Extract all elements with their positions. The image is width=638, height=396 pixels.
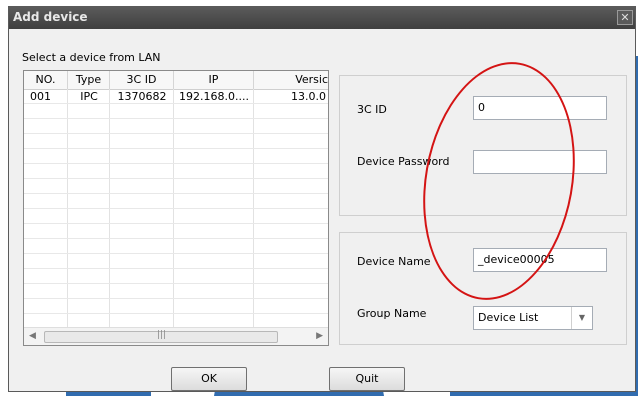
cell-version: 13.0.0 bbox=[291, 90, 326, 103]
close-button[interactable]: ✕ bbox=[617, 10, 633, 25]
column-header-ip[interactable]: IP bbox=[174, 71, 254, 89]
cell-type: IPC bbox=[80, 90, 98, 103]
empty-row bbox=[24, 269, 328, 284]
title-bar: Add device ✕ bbox=[9, 7, 635, 29]
table-row[interactable]: 001 IPC 1370682 192.168.0.... 13.0.0 bbox=[24, 89, 328, 104]
group-name-select[interactable]: Device List ▼ bbox=[473, 306, 593, 330]
scroll-right-icon[interactable]: ▶ bbox=[316, 331, 323, 341]
empty-row bbox=[24, 134, 328, 149]
add-device-dialog: Add device ✕ Select a device from LAN NO… bbox=[8, 6, 636, 392]
ok-button[interactable]: OK bbox=[171, 367, 247, 391]
quit-button[interactable]: Quit bbox=[329, 367, 405, 391]
empty-row bbox=[24, 254, 328, 269]
empty-row bbox=[24, 194, 328, 209]
lan-list-label: Select a device from LAN bbox=[22, 51, 161, 64]
window-title: Add device bbox=[13, 10, 88, 24]
empty-row bbox=[24, 299, 328, 314]
cell-no: 001 bbox=[30, 90, 51, 103]
chevron-down-icon[interactable]: ▼ bbox=[571, 307, 592, 329]
empty-row bbox=[24, 164, 328, 179]
scroll-left-icon[interactable]: ◀ bbox=[29, 331, 36, 341]
empty-row bbox=[24, 119, 328, 134]
empty-row bbox=[24, 224, 328, 239]
group-name-value: Device List bbox=[478, 311, 539, 324]
horizontal-scrollbar[interactable]: ◀ ||| ▶ bbox=[24, 327, 328, 345]
3c-id-label: 3C ID bbox=[357, 103, 387, 116]
column-header-version[interactable]: Versic bbox=[254, 71, 328, 89]
column-header-3cid[interactable]: 3C ID bbox=[110, 71, 174, 89]
empty-row bbox=[24, 239, 328, 254]
scrollbar-grip: ||| bbox=[157, 330, 167, 340]
empty-row bbox=[24, 179, 328, 194]
cell-ip: 192.168.0.... bbox=[179, 90, 249, 103]
cell-3cid: 1370682 bbox=[117, 90, 167, 103]
column-header-no[interactable]: NO. bbox=[24, 71, 68, 89]
device-name-label: Device Name bbox=[357, 255, 431, 268]
group-name-label: Group Name bbox=[357, 307, 427, 320]
empty-row bbox=[24, 104, 328, 119]
device-list[interactable]: NO. Type 3C ID IP Versic 001 IPC 1370682… bbox=[23, 70, 329, 346]
empty-row bbox=[24, 209, 328, 224]
empty-row bbox=[24, 149, 328, 164]
empty-row bbox=[24, 284, 328, 299]
scrollbar-thumb[interactable]: ||| bbox=[44, 330, 278, 343]
column-header-type[interactable]: Type bbox=[68, 71, 110, 89]
list-header: NO. Type 3C ID IP Versic bbox=[24, 71, 328, 90]
